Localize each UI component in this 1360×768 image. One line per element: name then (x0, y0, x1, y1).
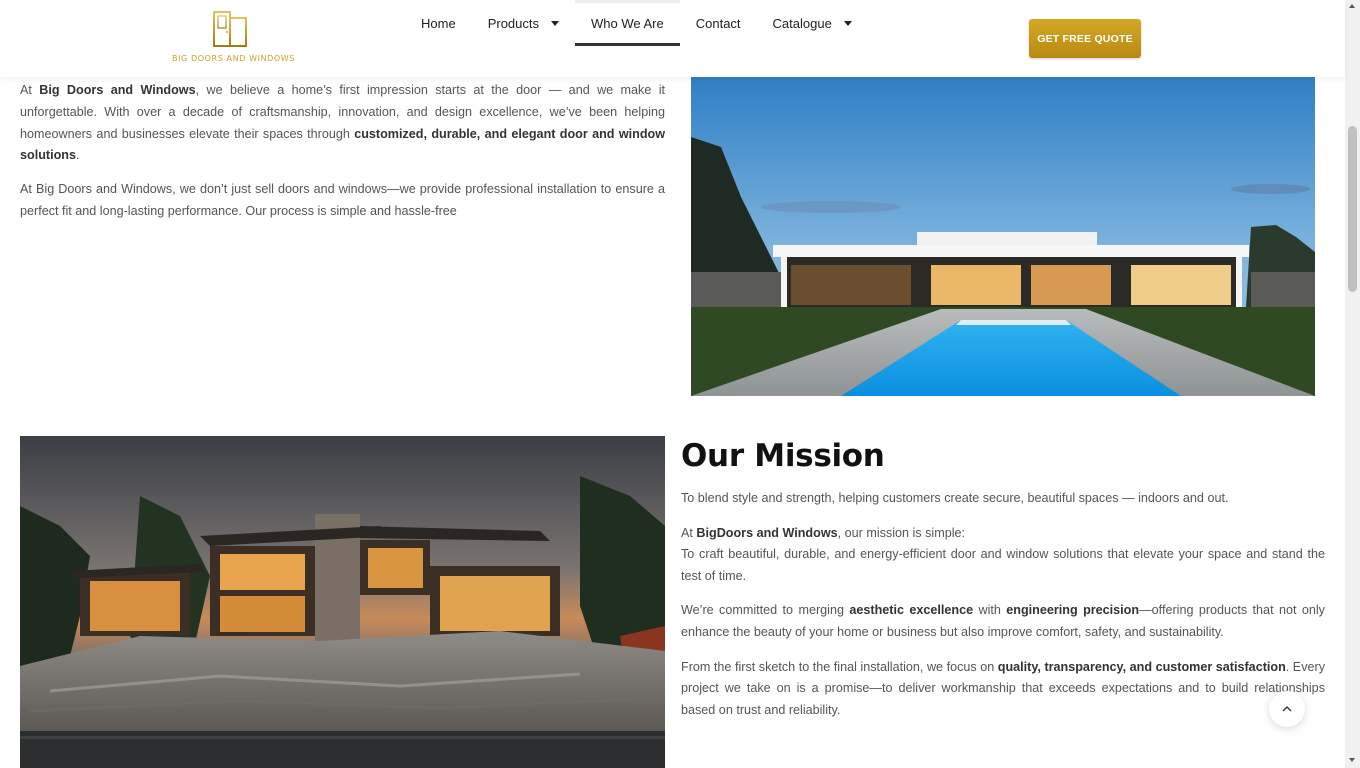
get-free-quote-button[interactable]: GET FREE QUOTE (1029, 19, 1141, 58)
scrollbar-thumb[interactable] (1348, 126, 1357, 292)
intro-text: At (20, 83, 40, 97)
page-scrollbar[interactable] (1345, 0, 1360, 768)
site-header: BIG DOORS AND WINDOWS Home Products Who … (0, 0, 1345, 77)
mission-section: Our Mission To blend style and strength,… (681, 436, 1325, 734)
mission-text: To craft beautiful, durable, and energy-… (681, 547, 1325, 583)
modern-house-pool-image (691, 77, 1315, 396)
intro-brand-bold: Big Doors and Windows (39, 83, 196, 97)
mission-text: At (681, 525, 697, 540)
mission-bold: aesthetic excellence (849, 603, 974, 618)
caret-down-icon (843, 20, 852, 26)
mission-paragraph-4: From the first sketch to the final insta… (681, 657, 1325, 722)
mission-paragraph-1: To blend style and strength, helping cus… (681, 491, 1229, 505)
mission-paragraph-3: We’re committed to merging aesthetic exc… (681, 600, 1325, 643)
intro-paragraph-1: At Big Doors and Windows, we believe a h… (20, 80, 665, 167)
mission-bold: quality, transparency, and customer sati… (997, 659, 1286, 674)
nav-contact-label: Contact (695, 15, 741, 31)
mission-text: with (973, 603, 1007, 618)
nav-contact[interactable]: Contact (680, 0, 757, 46)
intro-section: At Big Doors and Windows, we believe a h… (20, 80, 665, 235)
nav-catalogue[interactable]: Catalogue (757, 0, 868, 46)
scroll-up-arrow-icon[interactable] (1349, 4, 1355, 8)
chevron-up-icon (1282, 706, 1292, 712)
mission-text: , our mission is simple: (837, 525, 965, 540)
nav-products[interactable]: Products (472, 0, 575, 46)
mission-text: From the first sketch to the final insta… (681, 659, 998, 674)
site-logo[interactable]: BIG DOORS AND WINDOWS (172, 6, 295, 66)
nav-products-label: Products (487, 15, 539, 31)
intro-paragraph-2: At Big Doors and Windows, we don’t just … (20, 182, 665, 218)
nav-home[interactable]: Home (405, 0, 472, 46)
mission-brand-bold: BigDoors and Windows (696, 525, 838, 540)
mission-bold: engineering precision (1006, 603, 1140, 618)
logo-text: BIG DOORS AND WINDOWS (172, 54, 295, 63)
caret-down-icon (551, 20, 559, 26)
nav-home-label: Home (421, 15, 456, 31)
intro-text: . (75, 148, 80, 163)
scroll-down-arrow-icon[interactable] (1349, 758, 1355, 762)
mission-title: Our Mission (681, 438, 885, 474)
door-logo-icon (210, 11, 252, 47)
main-nav: Home Products Who We Are Contact Catalog… (405, 0, 868, 46)
lakeside-house-image (20, 436, 665, 768)
nav-catalogue-label: Catalogue (772, 15, 832, 31)
mission-paragraph-2: At BigDoors and Windows, our mission is … (681, 523, 1325, 588)
mission-text: We’re committed to merging (681, 603, 850, 618)
nav-who-we-are-label: Who We Are (591, 15, 664, 31)
nav-who-we-are[interactable]: Who We Are (575, 0, 680, 46)
scroll-to-top-button[interactable] (1269, 691, 1305, 727)
